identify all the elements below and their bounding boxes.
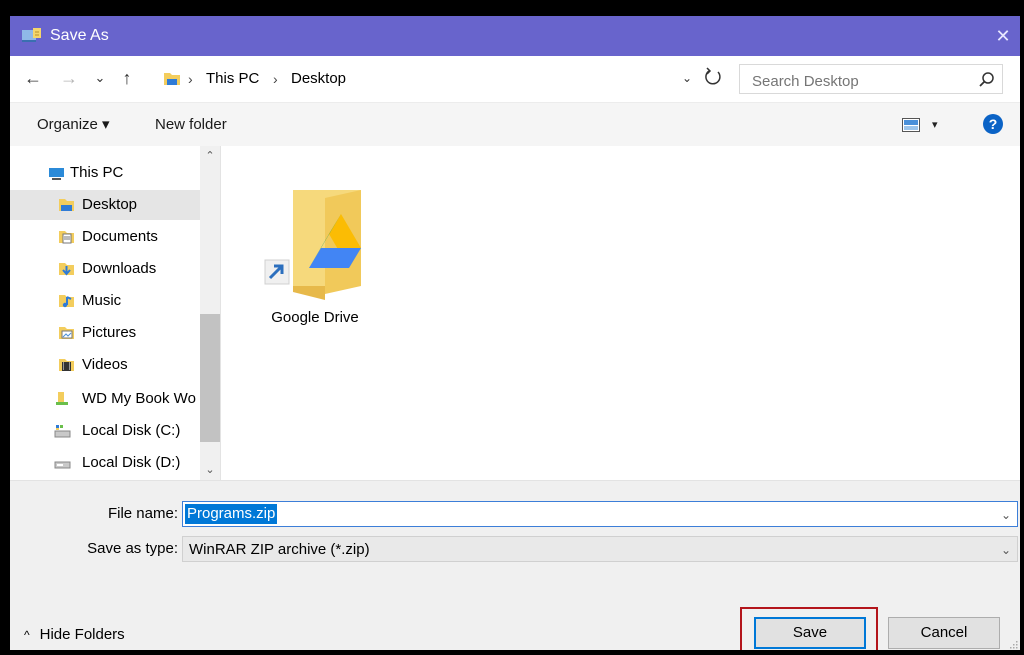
- nav-item-pictures[interactable]: Pictures: [10, 318, 200, 348]
- recent-locations-button[interactable]: ⌄: [92, 66, 108, 90]
- view-options-dropdown[interactable]: ▾: [932, 115, 938, 135]
- command-toolbar: Organize ▾ New folder ▾ ?: [10, 102, 1020, 147]
- chevron-down-icon: ⌄: [205, 464, 215, 476]
- file-item-google-drive[interactable]: Google Drive: [255, 168, 375, 326]
- address-dropdown-button[interactable]: ⌄: [678, 68, 696, 88]
- search-icon[interactable]: [978, 71, 996, 89]
- help-button[interactable]: ?: [983, 114, 1003, 134]
- downloads-icon: [59, 263, 74, 276]
- local-disk-icon: [54, 461, 71, 469]
- save-as-type-select[interactable]: WinRAR ZIP archive (*.zip) ⌄: [182, 536, 1018, 562]
- nav-item-local-disk-d[interactable]: Local Disk (D:): [10, 448, 200, 478]
- desktop-folder-icon: [164, 73, 180, 85]
- save-as-type-value: WinRAR ZIP archive (*.zip): [189, 541, 370, 558]
- nav-item-label: Downloads: [82, 260, 157, 277]
- cancel-button[interactable]: Cancel: [888, 617, 1000, 649]
- save-as-dialog: Save As ✕ ← → ⌄ ↑ › This PC › Desktop ⌄: [10, 16, 1020, 650]
- title-bar: Save As ✕: [10, 16, 1020, 56]
- window-title: Save As: [50, 27, 109, 44]
- refresh-icon[interactable]: [702, 66, 724, 88]
- nav-item-wd-my-book[interactable]: WD My Book Wo: [10, 384, 200, 414]
- desktop-folder-icon: [59, 199, 74, 211]
- breadcrumb-separator: ›: [273, 71, 278, 87]
- back-arrow-icon: ←: [24, 68, 42, 88]
- navigation-pane: This PC Desktop Documents Downloads Musi…: [10, 146, 221, 480]
- file-list: Google Drive: [221, 146, 1020, 480]
- save-options-panel: File name: Programs.zip ⌄ Save as type: …: [10, 480, 1020, 650]
- nav-item-label: This PC: [70, 164, 124, 181]
- up-button[interactable]: ↑: [116, 66, 138, 90]
- file-name-value[interactable]: Programs.zip: [185, 504, 278, 524]
- nav-item-label: Documents: [82, 228, 158, 245]
- save-button[interactable]: Save: [754, 617, 866, 649]
- new-folder-button[interactable]: New folder: [155, 116, 227, 134]
- file-name-field[interactable]: Programs.zip ⌄: [182, 501, 1018, 527]
- hide-folders-button[interactable]: ^ Hide Folders: [24, 625, 125, 645]
- resize-grip-icon[interactable]: [1008, 639, 1018, 649]
- breadcrumb-desktop[interactable]: Desktop: [291, 69, 346, 89]
- save-as-type-label: Save as type:: [87, 540, 178, 557]
- close-button[interactable]: ✕: [988, 21, 1018, 51]
- search-box[interactable]: [739, 64, 1003, 94]
- chevron-down-icon: ⌄: [681, 71, 693, 85]
- chevron-up-icon: ^: [24, 628, 30, 642]
- nav-item-label: Pictures: [82, 324, 137, 341]
- nav-item-label: Local Disk (D:): [82, 454, 181, 471]
- forward-arrow-icon: →: [60, 68, 78, 88]
- file-name-label: File name:: [107, 505, 178, 522]
- address-row: ← → ⌄ ↑ › This PC › Desktop ⌄: [10, 56, 1020, 102]
- google-drive-folder-icon: [264, 190, 361, 300]
- videos-icon: [59, 359, 74, 371]
- nav-item-local-disk-c[interactable]: Local Disk (C:): [10, 416, 200, 446]
- nav-item-label: WD My Book Wo: [82, 390, 196, 407]
- scroll-up-button[interactable]: ⌃: [200, 146, 220, 166]
- up-arrow-icon: ↑: [122, 68, 132, 88]
- file-name-dropdown-icon[interactable]: ⌄: [1001, 505, 1011, 525]
- pc-icon: [49, 168, 64, 180]
- nav-item-videos[interactable]: Videos: [10, 350, 200, 380]
- change-view-icon[interactable]: [902, 118, 920, 132]
- file-item-label: Google Drive: [271, 309, 359, 326]
- save-as-app-icon: [22, 28, 41, 42]
- hide-folders-label: Hide Folders: [39, 626, 125, 643]
- nav-item-documents[interactable]: Documents: [10, 222, 200, 252]
- music-icon: [59, 295, 74, 308]
- nav-item-label: Music: [82, 292, 122, 309]
- address-bar[interactable]: › This PC › Desktop: [160, 64, 734, 94]
- nav-item-label: Videos: [82, 356, 128, 373]
- search-input[interactable]: [750, 70, 964, 92]
- documents-icon: [59, 231, 74, 244]
- usb-drive-icon: [56, 392, 68, 405]
- close-icon: ✕: [995, 26, 1011, 46]
- nav-item-music[interactable]: Music: [10, 286, 200, 316]
- organize-button[interactable]: Organize ▾: [37, 116, 110, 134]
- chevron-down-icon: ⌄: [94, 70, 106, 85]
- nav-item-this-pc[interactable]: This PC: [40, 158, 200, 188]
- nav-item-downloads[interactable]: Downloads: [10, 254, 200, 284]
- breadcrumb-separator: ›: [188, 71, 193, 87]
- local-disk-icon: [54, 425, 71, 438]
- nav-item-label: Desktop: [82, 196, 138, 213]
- forward-button[interactable]: →: [58, 66, 80, 90]
- pictures-icon: [59, 327, 74, 339]
- scroll-down-button[interactable]: ⌄: [200, 460, 220, 480]
- help-icon: ?: [988, 116, 998, 132]
- nav-item-desktop[interactable]: Desktop: [10, 190, 200, 220]
- nav-scrollbar[interactable]: ⌃ ⌄: [200, 146, 220, 480]
- nav-item-label: Local Disk (C:): [82, 422, 181, 439]
- scroll-thumb[interactable]: [200, 314, 220, 442]
- save-as-type-dropdown-icon[interactable]: ⌄: [1001, 540, 1011, 560]
- chevron-up-icon: ⌃: [205, 150, 215, 162]
- breadcrumb-this-pc[interactable]: This PC: [206, 69, 259, 89]
- back-button[interactable]: ←: [22, 66, 44, 90]
